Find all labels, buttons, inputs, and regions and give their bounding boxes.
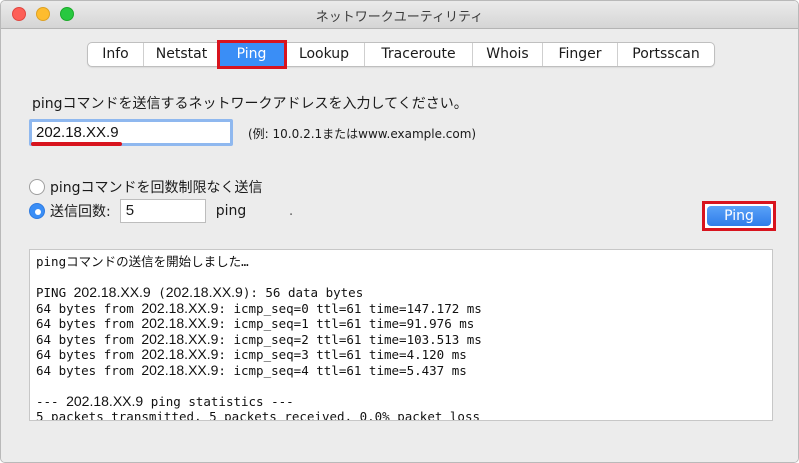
output-text: ---	[36, 393, 67, 409]
count-unit-label: ping	[215, 203, 247, 219]
count-label: 送信回数:	[50, 204, 111, 220]
output-ip: 202.18.XX.9	[141, 330, 219, 347]
output-text: PING	[36, 285, 74, 300]
output-line: 64 bytes from 202.18.XX.9: icmp_seq=3 tt…	[36, 346, 766, 363]
output-ip: 202.18.XX.9	[66, 392, 144, 409]
tab-ping[interactable]: Ping	[217, 40, 287, 69]
output-ip: 202.18.XX.9	[141, 315, 219, 331]
tab-bar: Info Netstat Ping Lookup Traceroute Whoi…	[87, 40, 715, 69]
network-utility-window: ネットワークユーティリティ Info Netstat Ping Lookup T…	[0, 0, 799, 463]
output-line: pingコマンドの送信を開始しました…	[36, 254, 766, 270]
window-bottom	[1, 421, 798, 462]
output-text: ): 56 data bytes	[242, 285, 364, 300]
example-hint: (例: 10.0.2.1またはwww.example.com)	[248, 127, 477, 141]
output-line: 64 bytes from 202.18.XX.9: icmp_seq=4 tt…	[36, 361, 766, 379]
stray-dot: .	[289, 204, 294, 219]
count-radio[interactable]	[29, 203, 45, 219]
tab-lookup[interactable]: Lookup	[284, 43, 365, 66]
output-text: 64 bytes from	[36, 362, 142, 378]
output-line: 64 bytes from 202.18.XX.9: icmp_seq=2 tt…	[36, 330, 766, 348]
ping-count-option[interactable]: 送信回数: 5 ping	[29, 199, 246, 223]
tab-finger[interactable]: Finger	[543, 43, 618, 66]
output-ip: 202.18.XX.9	[141, 346, 219, 362]
output-text: (	[150, 285, 166, 300]
tab-portsscan[interactable]: Portsscan	[618, 43, 714, 66]
window-title: ネットワークユーティリティ	[315, 10, 484, 25]
output-text: 64 bytes from	[36, 331, 142, 347]
title-bar: ネットワークユーティリティ	[1, 1, 798, 29]
output-ip: 202.18.XX.9	[141, 361, 219, 378]
output-text: 64 bytes from	[36, 347, 142, 362]
output-ip: 202.18.XX.9	[73, 284, 151, 300]
unlimited-radio[interactable]	[29, 179, 45, 195]
address-highlight-underline	[31, 142, 122, 146]
output-text: : icmp_seq=4 ttl=61 time=5.437 ms	[218, 362, 467, 378]
ping-button[interactable]: Ping	[707, 206, 771, 226]
output-text: ping statistics ---	[143, 393, 294, 409]
output-text: : icmp_seq=3 ttl=61 time=4.120 ms	[218, 347, 467, 362]
output-line: 64 bytes from 202.18.XX.9: icmp_seq=1 tt…	[36, 315, 766, 332]
output-line: 5 packets transmitted, 5 packets receive…	[36, 409, 766, 421]
ping-count-input[interactable]: 5	[119, 199, 206, 223]
unlimited-label: pingコマンドを回数制限なく送信	[50, 180, 263, 196]
tab-whois[interactable]: Whois	[473, 43, 543, 66]
output-ip: 202.18.XX.9	[141, 299, 219, 316]
unlimited-pings-option[interactable]: pingコマンドを回数制限なく送信	[29, 177, 263, 197]
ping-button-highlight: Ping	[702, 201, 776, 231]
output-line: 64 bytes from 202.18.XX.9: icmp_seq=0 tt…	[36, 299, 766, 317]
output-text: pingコマンドの送信を開始しました…	[36, 254, 249, 269]
output-line: --- 202.18.XX.9 ping statistics ---	[36, 392, 766, 410]
output-text: 5 packets transmitted, 5 packets receive…	[36, 409, 481, 421]
ping-output-area[interactable]: pingコマンドの送信を開始しました… PING 202.18.XX.9 (202…	[29, 249, 773, 421]
output-line: PING 202.18.XX.9 (202.18.XX.9): 56 data …	[36, 284, 766, 301]
output-text: : icmp_seq=2 ttl=61 time=103.513 ms	[218, 331, 482, 347]
output-text: : icmp_seq=1 ttl=61 time=91.976 ms	[218, 316, 475, 331]
output-ip: 202.18.XX.9	[165, 284, 243, 300]
tab-info[interactable]: Info	[88, 43, 144, 66]
tab-netstat[interactable]: Netstat	[144, 43, 220, 66]
output-text: 64 bytes from	[36, 300, 142, 316]
instruction-text: pingコマンドを送信するネットワークアドレスを入力してください。	[32, 96, 468, 112]
output-text: : icmp_seq=0 ttl=61 time=147.172 ms	[218, 300, 482, 316]
tab-traceroute[interactable]: Traceroute	[365, 43, 473, 66]
output-text: 64 bytes from	[36, 316, 142, 331]
